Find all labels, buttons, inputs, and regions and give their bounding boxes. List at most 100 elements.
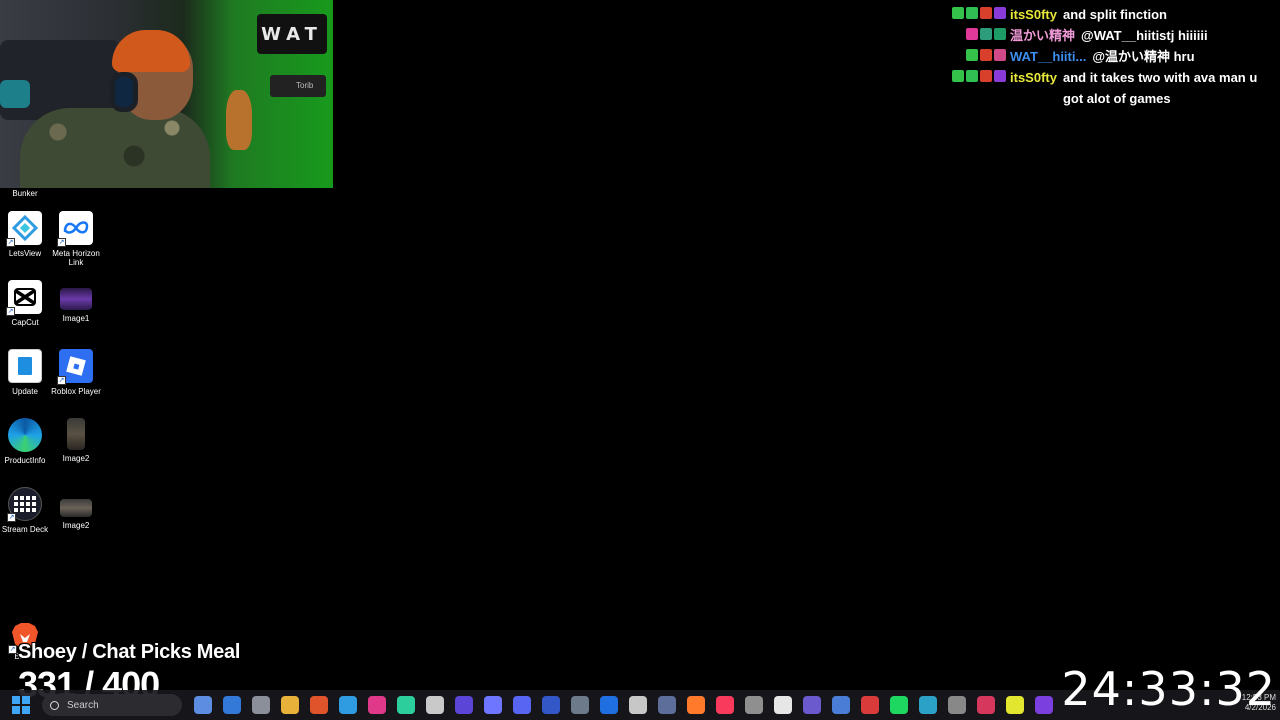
taskbar-app-icon[interactable]	[803, 696, 821, 714]
desktop-icon-label: Image1	[62, 314, 90, 323]
taskbar-app-icon[interactable]	[716, 696, 734, 714]
desktop-icon-image1[interactable]: Image1	[49, 280, 103, 323]
taskbar-app-icon[interactable]	[919, 696, 937, 714]
taskbar-app-icon[interactable]	[542, 696, 560, 714]
chat-username[interactable]: itsS0fty	[1010, 67, 1057, 88]
badge-icon	[994, 7, 1006, 19]
chat-message: WAT__hiiti... @温かい精神 hru	[930, 46, 1270, 67]
windows-start-icon[interactable]	[12, 696, 30, 714]
badge-icon	[966, 70, 978, 82]
desktop-icon-update[interactable]: Update	[0, 349, 52, 396]
desktop-icon-label: Roblox Player	[51, 387, 101, 396]
badge-icon	[980, 28, 992, 40]
taskbar-app-icon[interactable]	[861, 696, 879, 714]
meta-icon: ↗	[57, 211, 93, 247]
taskbar-app-icon[interactable]	[455, 696, 473, 714]
taskbar-app-icon[interactable]	[368, 696, 386, 714]
taskbar-app-icon[interactable]	[1035, 696, 1053, 714]
taskbar-app-icon[interactable]	[600, 696, 618, 714]
badge-icon	[980, 70, 992, 82]
taskbar-app-icon[interactable]	[571, 696, 589, 714]
meal-goal-title: Shoey / Chat Picks Meal	[18, 641, 241, 663]
badge-icon	[994, 70, 1006, 82]
chat-overlay: itsS0fty and split finction 温かい精神 @WAT__…	[930, 4, 1270, 109]
webcam-feed: WAT Torib	[0, 0, 333, 188]
streamer-hair	[112, 30, 190, 72]
taskbar-app-icon[interactable]	[774, 696, 792, 714]
taskbar-app-icon[interactable]	[310, 696, 328, 714]
desktop-icon-letsview[interactable]: ↗ LetsView	[0, 211, 52, 258]
search-placeholder: Search	[67, 699, 99, 711]
subathon-timer: 24:33:32	[1061, 662, 1276, 716]
badge-icon	[952, 70, 964, 82]
streamer-shirt	[20, 108, 210, 188]
taskbar-app-icon[interactable]	[223, 696, 241, 714]
chat-badges	[930, 67, 1010, 82]
taskbar-app-icon[interactable]	[977, 696, 995, 714]
taskbar-app-icon[interactable]	[513, 696, 531, 714]
desktop-icon-image2[interactable]: Image2	[49, 418, 103, 463]
pillow	[0, 80, 30, 108]
chat-text: @温かい精神 hru	[1092, 49, 1195, 64]
wat-sign: WAT	[257, 14, 327, 54]
badge-icon	[966, 28, 978, 40]
desktop-icon-stream-deck[interactable]: ↗ Stream Deck	[0, 487, 52, 534]
taskbar-app-icon[interactable]	[426, 696, 444, 714]
chat-text: @WAT__hiitistj hiiiiii	[1081, 28, 1208, 43]
roblox-icon: ↗	[57, 349, 93, 385]
chat-message: itsS0fty and it takes two with ava man u…	[930, 67, 1270, 109]
taskbar-app-icon[interactable]	[252, 696, 270, 714]
badge-icon	[966, 49, 978, 61]
image-thumbnail-icon	[67, 418, 85, 450]
image-thumbnail-icon	[60, 499, 92, 517]
taskbar-app-icon[interactable]	[658, 696, 676, 714]
taskbar-app-icon[interactable]	[1006, 696, 1024, 714]
stream-deck-icon: ↗	[7, 487, 42, 522]
chat-badges	[930, 4, 1010, 19]
desktop-icon-roblox[interactable]: ↗ Roblox Player	[49, 349, 103, 396]
desktop-icon-productinfo[interactable]: ProductInfo	[0, 418, 52, 465]
chat-username[interactable]: itsS0fty	[1010, 4, 1057, 25]
desktop-icon-image2-b[interactable]: Image2	[49, 487, 103, 530]
taskbar-app-icon[interactable]	[194, 696, 212, 714]
badge-icon	[994, 28, 1006, 40]
taskbar-app-icons	[182, 696, 1053, 714]
badge-icon	[980, 7, 992, 19]
desktop-icon-label: Stream Deck	[1, 525, 49, 534]
headset	[110, 72, 138, 112]
search-icon	[50, 700, 59, 710]
taskbar-app-icon[interactable]	[629, 696, 647, 714]
chat-username[interactable]: 温かい精神	[1010, 25, 1075, 46]
desktop-icon-bunker[interactable]: Bunker	[0, 189, 52, 198]
taskbar-app-icon[interactable]	[687, 696, 705, 714]
chat-text: and it takes two with ava man u got alot…	[1062, 70, 1258, 106]
taskbar-app-icon[interactable]	[832, 696, 850, 714]
capcut-icon: ↗	[6, 280, 42, 316]
edge-icon	[8, 418, 42, 452]
image-thumbnail-icon	[60, 288, 92, 310]
desktop-icon-capcut[interactable]: ↗ CapCut	[0, 280, 52, 327]
update-icon	[8, 349, 42, 383]
taskbar-app-icon[interactable]	[948, 696, 966, 714]
chat-badges	[930, 25, 1010, 40]
desktop-icon-label: ProductInfo	[4, 456, 46, 465]
taskbar-app-icon[interactable]	[890, 696, 908, 714]
taskbar-app-icon[interactable]	[281, 696, 299, 714]
badge-icon	[980, 49, 992, 61]
taskbar-app-icon[interactable]	[745, 696, 763, 714]
taskbar-app-icon[interactable]	[484, 696, 502, 714]
badge-icon	[952, 7, 964, 19]
tripod-light: Torib	[270, 75, 326, 97]
chat-badges	[930, 46, 1010, 61]
kangaroo-toy	[226, 90, 252, 150]
desktop-icon-label: CapCut	[11, 318, 39, 327]
taskbar-app-icon[interactable]	[339, 696, 357, 714]
letsview-icon: ↗	[6, 211, 42, 247]
desktop-icon-meta-horizon-link[interactable]: ↗ Meta Horizon Link	[49, 211, 103, 267]
desktop-icon-label: Update	[12, 387, 38, 396]
desktop-icon-label: Image2	[62, 521, 90, 530]
chat-username[interactable]: WAT__hiiti...	[1010, 46, 1086, 67]
taskbar-app-icon[interactable]	[397, 696, 415, 714]
desktop-icon-label: Image2	[62, 454, 90, 463]
taskbar-search[interactable]: Search	[42, 694, 182, 716]
